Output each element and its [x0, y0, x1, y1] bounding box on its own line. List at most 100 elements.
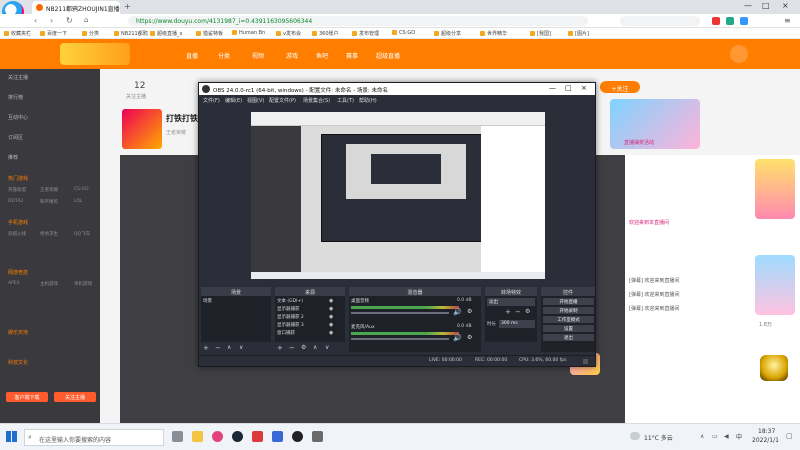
sidebar-item[interactable]: 推荐: [8, 154, 18, 161]
nav-item[interactable]: 直播: [186, 51, 198, 60]
source-item[interactable]: 显示器捕获 3: [277, 322, 304, 328]
nav-item[interactable]: 游戏: [286, 51, 298, 60]
category-link[interactable]: 英雄联盟: [8, 187, 26, 193]
forward-icon[interactable]: ›: [50, 16, 53, 25]
eye-icon[interactable]: ◉: [329, 330, 333, 336]
home-icon[interactable]: ⌂: [84, 16, 88, 24]
eye-icon[interactable]: ◉: [329, 314, 333, 320]
obs-preview[interactable]: [251, 112, 545, 279]
bookmark-item[interactable]: 超级分享: [434, 30, 461, 37]
bookmark-item[interactable]: NB211都鸦: [114, 30, 148, 37]
menu-edit[interactable]: 编辑(E): [225, 97, 242, 104]
back-icon[interactable]: ‹: [34, 16, 37, 25]
search-box[interactable]: [620, 16, 700, 26]
eye-icon[interactable]: ◉: [329, 322, 333, 328]
app-icon[interactable]: [272, 431, 283, 442]
follow-anchor-button[interactable]: 关注主播: [54, 392, 96, 402]
bookmark-item[interactable]: [我国]: [530, 30, 551, 37]
header-avatar[interactable]: [730, 45, 748, 63]
category-link[interactable]: DOTA2: [8, 199, 23, 204]
transition-add-button[interactable]: +: [505, 308, 511, 316]
taskbar-search-input[interactable]: ⌕ 在这里输入你要搜索的内容: [24, 429, 164, 446]
obs-taskbar-icon[interactable]: [292, 431, 303, 442]
windows-start-icon[interactable]: [6, 431, 17, 442]
start-streaming-button[interactable]: 开始直播: [543, 298, 594, 305]
eye-icon[interactable]: ◉: [329, 306, 333, 312]
sidebar-item[interactable]: 排行榜: [8, 94, 23, 101]
room-thumbnail[interactable]: [122, 109, 162, 149]
address-bar[interactable]: https://www.douyu.com/4131987_i=0.439116…: [128, 16, 588, 26]
studio-mode-button[interactable]: 工作室模式: [543, 316, 594, 323]
app-icon[interactable]: [312, 431, 323, 442]
volume-slider[interactable]: [351, 338, 449, 340]
source-item[interactable]: 窗口捕获: [277, 330, 295, 336]
menu-file[interactable]: 文件(F): [203, 97, 220, 104]
bookmark-item[interactable]: CS:GO: [392, 30, 415, 36]
nav-item[interactable]: 鱼吧: [316, 51, 328, 60]
duration-input[interactable]: 300 ms: [499, 320, 535, 328]
scene-item[interactable]: 场景: [203, 298, 212, 304]
scene-remove-button[interactable]: −: [215, 344, 221, 352]
menu-icon[interactable]: ≡: [784, 16, 791, 25]
eye-icon[interactable]: ◉: [329, 298, 333, 304]
transition-remove-button[interactable]: −: [515, 308, 521, 316]
nav-item[interactable]: 超级直播: [376, 51, 400, 60]
steam-icon[interactable]: [232, 431, 243, 442]
nav-item[interactable]: 赛事: [346, 51, 358, 60]
source-item[interactable]: 显示器捕获 2: [277, 314, 304, 320]
new-tab-button[interactable]: +: [124, 2, 131, 11]
source-settings-gear-icon[interactable]: ⚙: [301, 344, 306, 351]
category-link[interactable]: 主机游戏: [40, 281, 58, 287]
weather-icon[interactable]: [630, 432, 640, 440]
nav-item[interactable]: 视频: [252, 51, 264, 60]
category-link[interactable]: 穿越火线: [8, 231, 26, 237]
source-item[interactable]: 文本 (GDI+): [277, 298, 303, 304]
bookmark-item[interactable]: 分类: [82, 30, 99, 37]
sources-list[interactable]: 文本 (GDI+) 显示器捕获 显示器捕获 2 显示器捕获 3 窗口捕获 ◉ ◉…: [275, 296, 345, 342]
exit-button[interactable]: 退出: [543, 334, 594, 341]
menu-profile[interactable]: 配置文件(P): [269, 97, 296, 104]
window-minimize-button[interactable]: —: [744, 1, 752, 10]
category-link[interactable]: APEX: [8, 281, 20, 286]
bookmark-item[interactable]: Human Bn: [232, 30, 265, 36]
bookmark-item[interactable]: 发布管理: [352, 30, 379, 37]
douyu-logo[interactable]: [60, 43, 130, 65]
scene-up-button[interactable]: ∧: [227, 344, 231, 351]
mixer-gear-icon[interactable]: ⚙: [467, 308, 472, 315]
extension-icon[interactable]: [712, 17, 720, 25]
bookmark-item[interactable]: 360账户: [312, 30, 339, 37]
bookmark-item[interactable]: 世界精华: [480, 30, 507, 37]
obs-minimize-button[interactable]: —: [549, 84, 556, 92]
settings-button[interactable]: 设置: [543, 325, 594, 332]
sidebar-item[interactable]: 订阅区: [8, 134, 23, 141]
bookmark-item[interactable]: [图片]: [568, 30, 589, 37]
menu-view[interactable]: 视图(V): [247, 97, 264, 104]
menu-scene-collection[interactable]: 场景集合(S): [303, 97, 330, 104]
client-download-button[interactable]: 客户端下载: [6, 392, 48, 402]
obs-maximize-button[interactable]: □: [565, 84, 572, 92]
refresh-icon[interactable]: ↻: [66, 16, 73, 25]
category-link[interactable]: 王者荣耀: [40, 187, 58, 193]
sidebar-item[interactable]: 关注主播: [8, 74, 28, 81]
clock-date[interactable]: 2022/1/1: [752, 437, 779, 444]
follow-button[interactable]: +关注: [600, 81, 640, 93]
extension-icon[interactable]: [740, 17, 748, 25]
category-link[interactable]: QQ飞车: [74, 231, 90, 237]
menu-tools[interactable]: 工具(T): [337, 97, 354, 104]
category-link[interactable]: 绝地求生: [40, 231, 58, 237]
category-link[interactable]: LOL: [74, 199, 82, 204]
category-link[interactable]: 和平精英: [40, 199, 58, 205]
promo-sticker[interactable]: [755, 255, 795, 315]
nav-item[interactable]: 分类: [218, 51, 230, 60]
clock-time[interactable]: 18:37: [758, 428, 775, 435]
window-maximize-button[interactable]: □: [762, 1, 770, 10]
source-up-button[interactable]: ∧: [313, 344, 317, 351]
network-icon[interactable]: ▭: [712, 433, 718, 440]
volume-slider[interactable]: [351, 312, 449, 314]
app-icon[interactable]: [252, 431, 263, 442]
browser-taskbar-icon[interactable]: [212, 431, 223, 442]
menu-help[interactable]: 帮助(H): [359, 97, 377, 104]
window-close-button[interactable]: ×: [782, 1, 789, 10]
scene-down-button[interactable]: ∨: [239, 344, 243, 351]
obs-close-button[interactable]: ×: [581, 84, 587, 92]
